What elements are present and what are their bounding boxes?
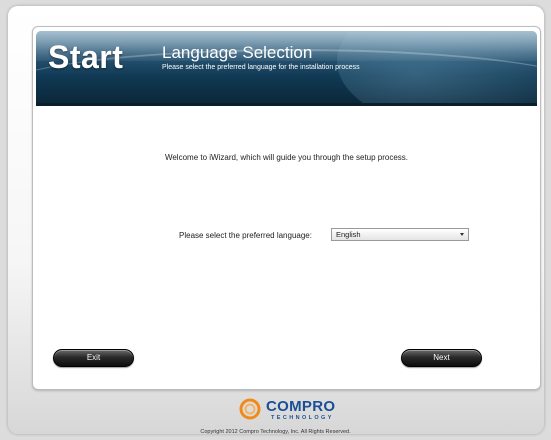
header-banner: Start Language Selection Please select t… — [36, 31, 537, 106]
welcome-message: Welcome to iWizard, which will guide you… — [164, 153, 409, 162]
copyright-text: Copyright 2012 Compro Technology, Inc. A… — [200, 429, 351, 435]
language-select[interactable]: English — [331, 228, 469, 241]
chevron-down-icon — [460, 233, 464, 236]
wizard-panel: Start Language Selection Please select t… — [32, 26, 541, 390]
language-select-value: English — [336, 230, 361, 239]
exit-button[interactable]: Exit — [53, 349, 134, 367]
brand-subtitle: TECHNOLOGY — [271, 415, 334, 421]
section-subtitle: Please select the preferred language for… — [162, 64, 360, 71]
brand-name: COMPRO — [266, 398, 336, 415]
section-title: Language Selection — [162, 43, 313, 62]
language-label: Please select the preferred language: — [179, 231, 312, 240]
banner-edge — [36, 103, 537, 106]
next-button[interactable]: Next — [401, 349, 482, 367]
step-title: Start — [48, 39, 124, 75]
